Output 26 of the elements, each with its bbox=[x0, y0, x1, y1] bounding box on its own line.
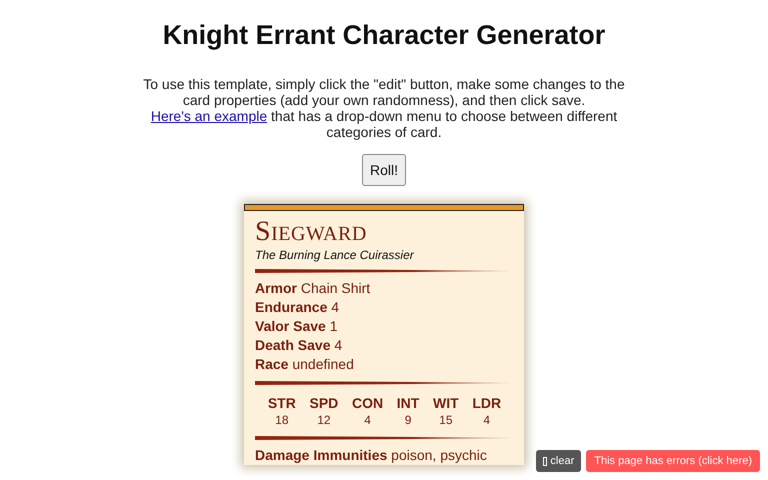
intro-paragraph: To use this template, simply click the "edit" button, make some changes to the card properties (add your own randomness), and then click save. Here's an example that has a drop-down menu to choose between different categories of card. bbox=[142, 76, 626, 140]
ability-value: 9 bbox=[404, 413, 412, 427]
ability-label: LDR bbox=[472, 395, 502, 411]
character-name: Siegward bbox=[255, 217, 368, 247]
ability-value: 4 bbox=[483, 413, 490, 427]
property-line: Death Save 4 bbox=[255, 336, 344, 355]
example-link[interactable]: Here's an example bbox=[150, 108, 268, 124]
property-line: Endurance 4 bbox=[255, 298, 340, 317]
property-line: Damage Immunities poison, psychic bbox=[255, 446, 488, 465]
ability-label: STR bbox=[268, 395, 296, 411]
character-subtitle: The Burning Lance Cuirassier bbox=[255, 248, 416, 262]
ability-value: 12 bbox=[317, 413, 331, 427]
ability-value: 18 bbox=[275, 413, 288, 427]
property-line: Valor Save 1 bbox=[255, 317, 339, 336]
clear-button[interactable]: clear bbox=[536, 450, 582, 472]
ability-value: 4 bbox=[364, 413, 371, 427]
property-line: Race undefined bbox=[255, 355, 355, 374]
ability-value: 15 bbox=[439, 413, 452, 427]
ability-label: SPD bbox=[310, 395, 338, 411]
glyph-icon bbox=[543, 456, 548, 466]
roll-button[interactable]: Roll! bbox=[362, 154, 406, 186]
property-line: Armor Chain Shirt bbox=[255, 279, 372, 298]
ability-label: WIT bbox=[433, 395, 459, 411]
ability-label: INT bbox=[396, 395, 420, 411]
page-title: Knight Errant Character Generator bbox=[162, 20, 606, 51]
ability-label: CON bbox=[352, 395, 384, 411]
